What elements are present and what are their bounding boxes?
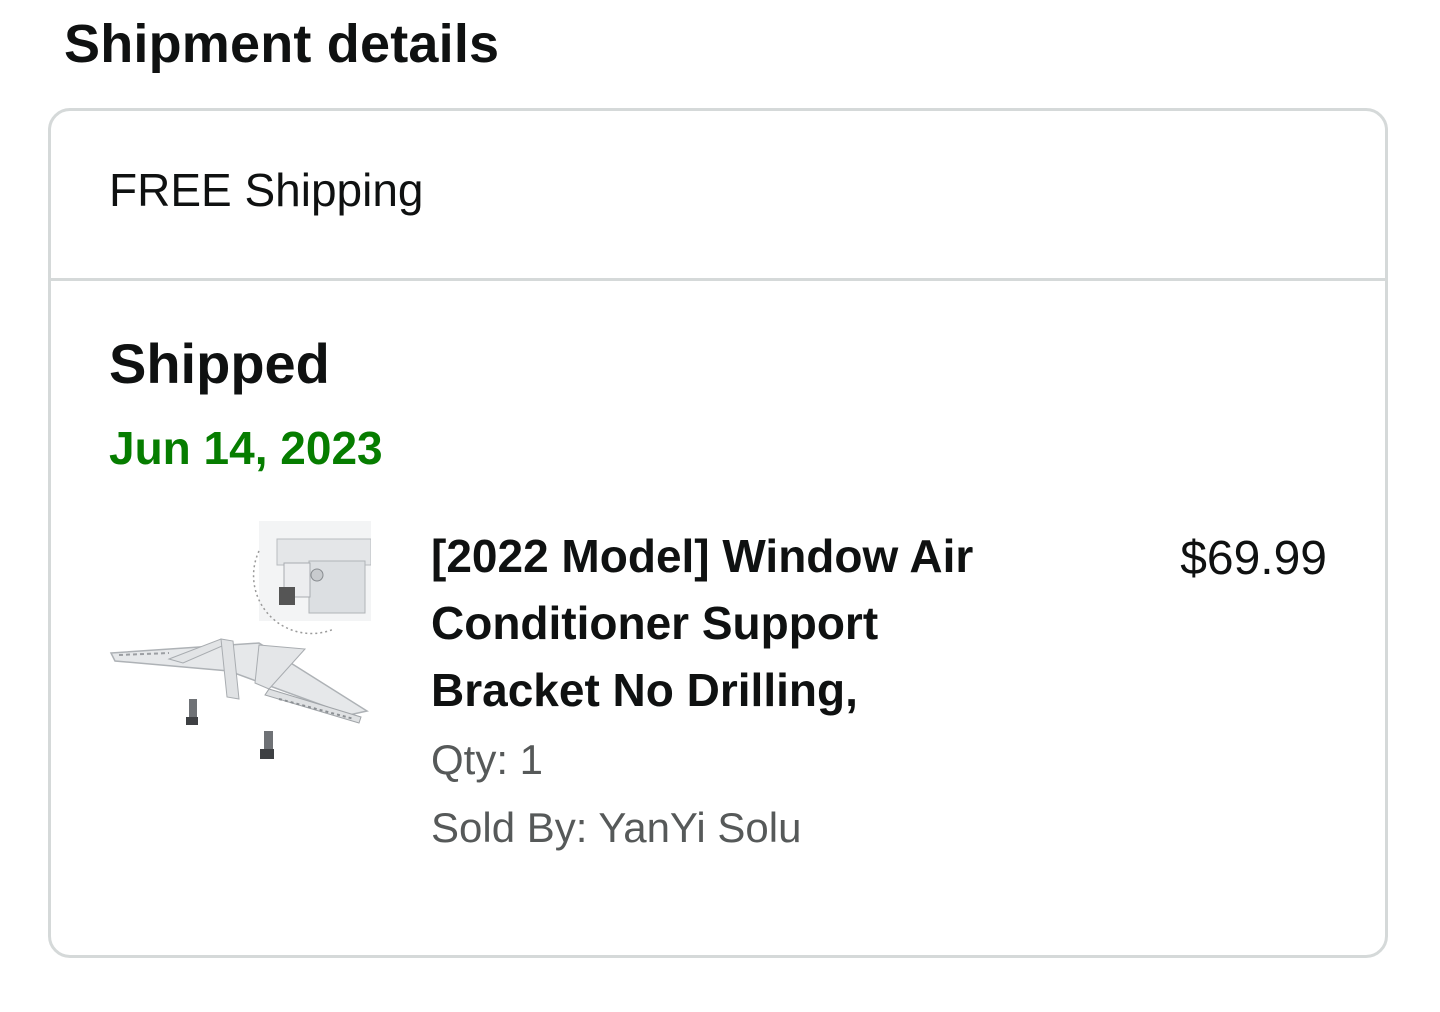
shipping-speed-label: FREE Shipping [109, 164, 424, 216]
product-title-link[interactable]: [2022 Model] Window Air Conditioner Supp… [431, 523, 1051, 724]
item-quantity: Qty: 1 [431, 736, 544, 783]
product-image[interactable] [109, 521, 371, 761]
shipment-card: FREE Shipping Shipped Jun 14, 2023 [2022… [48, 108, 1388, 958]
item-price: $69.99 [1180, 532, 1327, 585]
shipment-status: Shipped [109, 332, 330, 395]
item-seller: Sold By: YanYi Solu [431, 804, 802, 851]
page-title: Shipment details [64, 14, 500, 74]
shipment-status-date: Jun 14, 2023 [109, 422, 383, 474]
shipping-speed-row: FREE Shipping [51, 111, 1385, 281]
